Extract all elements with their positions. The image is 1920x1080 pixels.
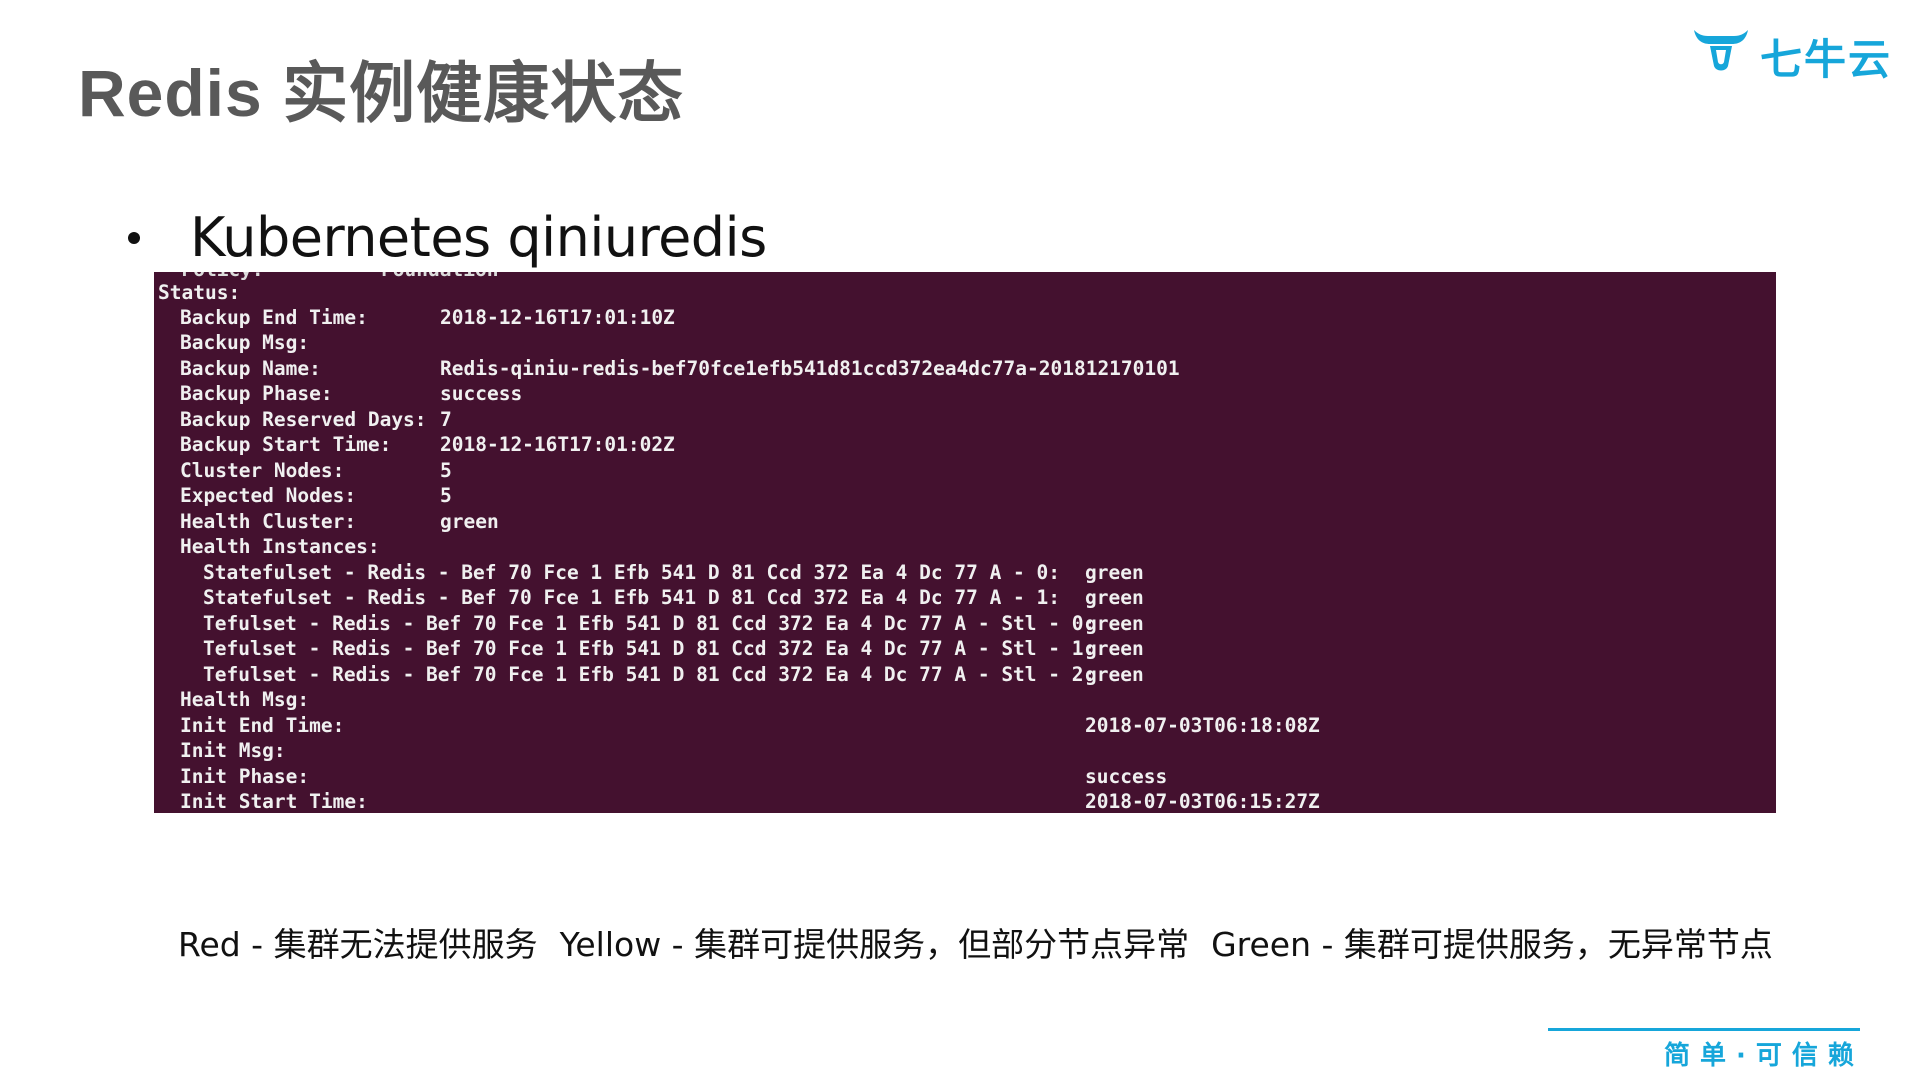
- status-row: Backup Start Time: 2018-12-16T17:01:02Z: [180, 433, 675, 456]
- status-row: Init Phase: success: [180, 765, 1168, 788]
- terminal-output: Policy: Foundation Status: Backup End Ti…: [154, 272, 1776, 813]
- status-row: Init End Time: 2018-07-03T06:18:08Z: [180, 714, 1320, 737]
- status-row: Backup Reserved Days: 7: [180, 408, 452, 431]
- bullet-heading: Kubernetes qiniuredis: [190, 206, 767, 269]
- status-row: Health Msg:: [180, 688, 310, 711]
- status-row: Health Instances:: [180, 535, 380, 558]
- status-row: Health Cluster: green: [180, 510, 499, 533]
- health-legend: Red - 集群无法提供服务 Yellow - 集群可提供服务，但部分节点异常 Gr…: [178, 918, 1773, 966]
- legend-red: Red - 集群无法提供服务: [178, 925, 538, 964]
- status-row: Cluster Nodes: 5: [180, 459, 452, 482]
- logo-text: 七牛云: [1760, 35, 1893, 84]
- status-row: Init Msg:: [180, 739, 286, 762]
- qiniu-logo: 七牛云: [1690, 24, 1890, 84]
- instance-row: Tefulset - Redis - Bef 70 Fce 1 Efb 541 …: [203, 612, 1144, 635]
- instance-row: Statefulset - Redis - Bef 70 Fce 1 Efb 5…: [203, 586, 1144, 609]
- footer-slogan: 简单·可信赖: [1664, 1041, 1864, 1071]
- status-row: Backup End Time: 2018-12-16T17:01:10Z: [180, 306, 675, 329]
- legend-green: Green - 集群可提供服务，无异常节点: [1211, 925, 1773, 964]
- footer-divider: [1548, 1028, 1860, 1031]
- status-row: Expected Nodes: 5: [180, 484, 452, 507]
- status-row: Backup Name: Redis-qiniu-redis-bef70fce1…: [180, 357, 1180, 380]
- status-row: Init Start Time: 2018-07-03T06:15:27Z: [180, 790, 1320, 813]
- legend-yellow: Yellow - 集群可提供服务，但部分节点异常: [559, 925, 1190, 964]
- status-label: Status:: [158, 281, 241, 304]
- bullet-dot: [128, 232, 140, 244]
- instance-row: Statefulset - Redis - Bef 70 Fce 1 Efb 5…: [203, 561, 1144, 584]
- status-row: Backup Phase: success: [180, 382, 523, 405]
- instance-row: Tefulset - Redis - Bef 70 Fce 1 Efb 541 …: [203, 637, 1144, 660]
- slide-title: Redis 实例健康状态: [78, 56, 685, 130]
- status-row: Backup Msg:: [180, 331, 310, 354]
- instance-row: Tefulset - Redis - Bef 70 Fce 1 Efb 541 …: [203, 663, 1144, 686]
- ox-head-icon: [1694, 30, 1748, 71]
